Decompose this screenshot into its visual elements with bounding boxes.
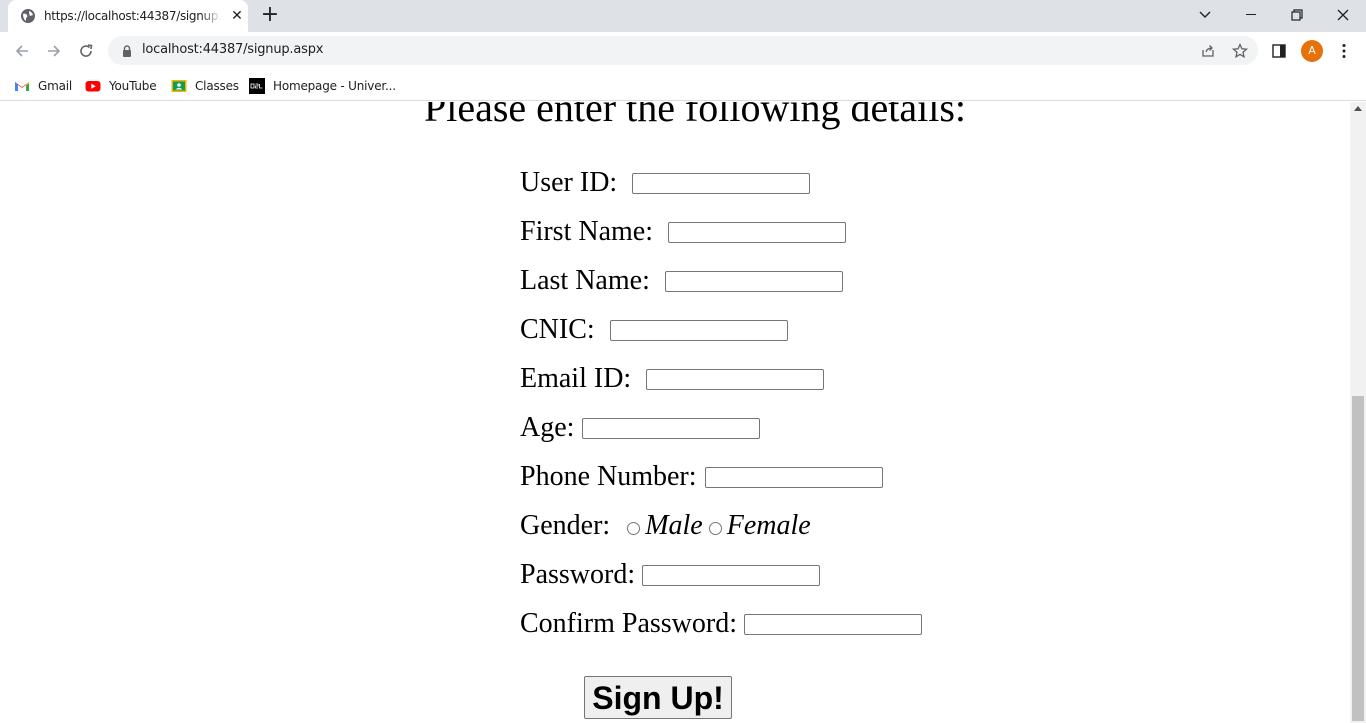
bookmark-label: YouTube [109,79,157,93]
female-label[interactable]: Female [727,510,811,542]
password-input[interactable] [642,564,821,586]
bookmark-homepage[interactable]: Homepage - Univer... [249,75,396,97]
new-tab-button[interactable]: + [258,4,282,28]
bookmark-label: Gmail [38,79,73,93]
tab-title: https://localhost:44387/signup.aspx [44,9,222,25]
page-viewport: Please enter the following details: User… [0,102,1350,723]
page-heading: Please enter the following details: [423,102,967,130]
side-panel-icon[interactable] [1265,37,1293,65]
confirm-password-label: Confirm Password: [520,608,737,639]
phone-number-label: Phone Number: [520,461,697,492]
user-id-label: User ID: [520,167,618,198]
age-label: Age: [520,412,575,443]
reload-icon[interactable] [72,37,100,65]
share-icon[interactable] [1198,41,1218,61]
d2l-icon [249,78,265,94]
age-input[interactable] [582,417,761,439]
email-id-row: Email ID: [520,362,825,396]
first-name-label: First Name: [520,216,653,247]
tab-strip: https://localhost:44387/signup.aspx ✕ + [0,0,1366,32]
confirm-password-row: Confirm Password: [520,607,922,641]
close-tab-icon[interactable]: ✕ [228,7,246,25]
address-bar[interactable]: localhost:44387/signup.aspx [108,36,1258,65]
password-row: Password: [520,558,821,592]
password-label: Password: [520,559,636,590]
age-row: Age: [520,411,761,445]
menu-icon[interactable] [1330,37,1358,65]
user-id-row: User ID: [520,166,811,200]
scroll-thumb[interactable] [1352,396,1364,721]
bookmark-classes[interactable]: Classes [171,75,239,97]
bookmark-youtube[interactable]: YouTube [85,75,157,97]
tab-search-icon[interactable] [1182,0,1228,30]
lock-icon[interactable] [120,43,134,57]
close-window-icon[interactable] [1320,0,1366,30]
bookmark-star-icon[interactable] [1230,41,1250,61]
sign-up-button[interactable]: Sign Up! [584,676,732,719]
gender-label: Gender: [520,510,611,541]
back-icon[interactable] [8,37,36,65]
cnic-input[interactable] [609,319,788,341]
bookmark-gmail[interactable]: Gmail [14,75,72,97]
last-name-row: Last Name: [520,264,843,298]
forward-icon[interactable] [40,37,68,65]
male-label[interactable]: Male [645,510,703,542]
gender-row: Gender: Male Female [520,509,811,543]
restore-icon[interactable] [1274,0,1320,30]
first-name-row: First Name: [520,215,846,249]
first-name-input[interactable] [668,221,846,243]
browser-toolbar: localhost:44387/signup.aspx A [0,32,1366,70]
last-name-input[interactable] [664,270,843,292]
classes-icon [171,78,187,94]
email-id-label: Email ID: [520,363,632,394]
profile-avatar[interactable]: A [1301,40,1323,62]
confirm-password-input[interactable] [744,613,922,635]
gmail-icon [14,78,30,94]
phone-number-input[interactable] [704,466,883,488]
bookmark-label: Classes [195,79,239,93]
url-text[interactable]: localhost:44387/signup.aspx [142,42,323,57]
globe-icon [20,8,36,24]
bookmarks-bar: Gmail YouTube Classes Homepage - Univer.… [0,70,1366,101]
user-id-input[interactable] [632,172,811,194]
active-tab[interactable]: https://localhost:44387/signup.aspx ✕ [8,0,248,32]
bookmark-label: Homepage - Univer... [273,79,396,93]
email-id-input[interactable] [646,368,825,390]
cnic-label: CNIC: [520,314,595,345]
last-name-label: Last Name: [520,265,650,296]
vertical-scrollbar[interactable] [1350,102,1366,723]
minimize-icon[interactable] [1228,0,1274,30]
female-radio[interactable] [708,521,722,535]
male-radio[interactable] [627,521,641,535]
phone-number-row: Phone Number: [520,460,883,494]
cnic-row: CNIC: [520,313,788,347]
youtube-icon [85,78,101,94]
scroll-up-icon[interactable] [1354,106,1362,111]
